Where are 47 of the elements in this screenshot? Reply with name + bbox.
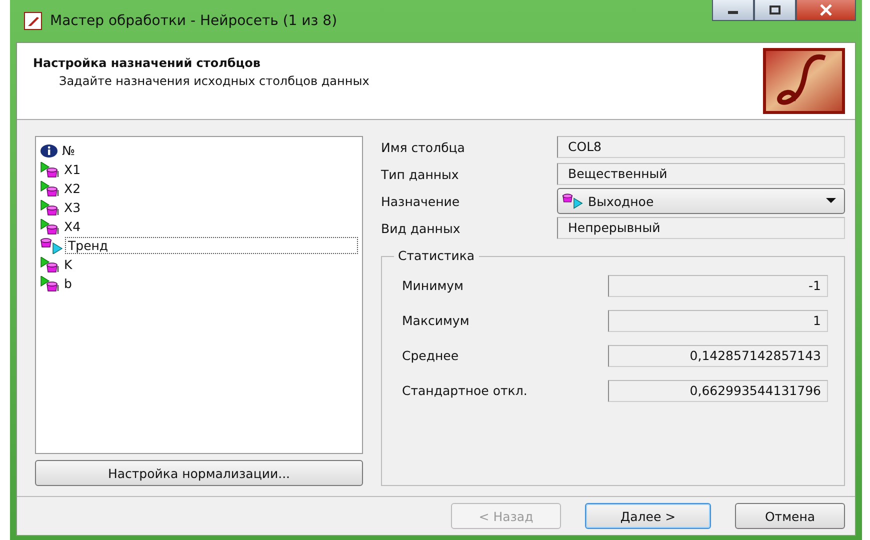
- page-title: Настройка назначений столбцов: [33, 56, 262, 70]
- field-label: Тип данных: [381, 166, 460, 182]
- input-column-icon: [40, 276, 60, 292]
- readonly-field: COL8: [557, 136, 845, 158]
- field-label: Среднее: [402, 348, 460, 363]
- wizard-button[interactable]: Далее >: [585, 503, 711, 529]
- readonly-field: 1: [608, 310, 828, 332]
- input-column-icon: [40, 162, 60, 178]
- window-title: Мастер обработки - Нейросеть (1 из 8): [50, 13, 338, 29]
- input-column-icon: [40, 218, 60, 234]
- wizard-button[interactable]: Отмена: [735, 503, 845, 529]
- readonly-field: 0,662993544131796: [608, 380, 828, 402]
- field-label: Назначение: [381, 194, 461, 208]
- app-icon: [24, 12, 42, 30]
- close-icon: [819, 4, 833, 16]
- field-label: Максимум: [402, 313, 470, 328]
- readonly-field: Непрерывный: [557, 217, 845, 239]
- normalization-button[interactable]: Настройка нормализации...: [35, 460, 363, 486]
- column-list-item[interactable]: K: [40, 255, 358, 274]
- column-list-item[interactable]: X3: [40, 198, 358, 217]
- input-column-icon: [40, 180, 60, 196]
- assignment-dropdown[interactable]: Выходное: [557, 188, 845, 214]
- column-list-item[interactable]: X1: [40, 160, 358, 179]
- field-label: Вид данных: [381, 220, 462, 236]
- column-list-item[interactable]: X2: [40, 179, 358, 198]
- readonly-field: Вещественный: [557, 163, 845, 185]
- column-list-item[interactable]: b: [40, 274, 358, 293]
- close-button[interactable]: [796, 0, 856, 21]
- maximize-icon: [769, 5, 781, 15]
- column-list-item[interactable]: X4: [40, 217, 358, 236]
- caret-icon: [826, 198, 836, 204]
- output-column-icon: [562, 193, 584, 209]
- input-column-icon: [40, 200, 60, 216]
- field-label: Имя столбца: [381, 140, 466, 154]
- field-label: Минимум: [402, 278, 464, 293]
- logo-icon: [763, 48, 845, 114]
- maximize-button[interactable]: [754, 0, 796, 21]
- input-column-icon: [40, 256, 60, 272]
- output-column-icon: [40, 238, 64, 254]
- readonly-field: -1: [608, 274, 828, 296]
- column-list-item[interactable]: №: [40, 141, 358, 160]
- group-title: Статистика: [394, 248, 479, 263]
- minimize-button[interactable]: [712, 0, 754, 21]
- readonly-field: 0,142857142857143: [608, 344, 828, 366]
- info-icon: [40, 144, 58, 158]
- field-label: Стандартное откл.: [402, 383, 528, 398]
- page-subtitle: Задайте назначения исходных столбцов данных: [58, 74, 370, 88]
